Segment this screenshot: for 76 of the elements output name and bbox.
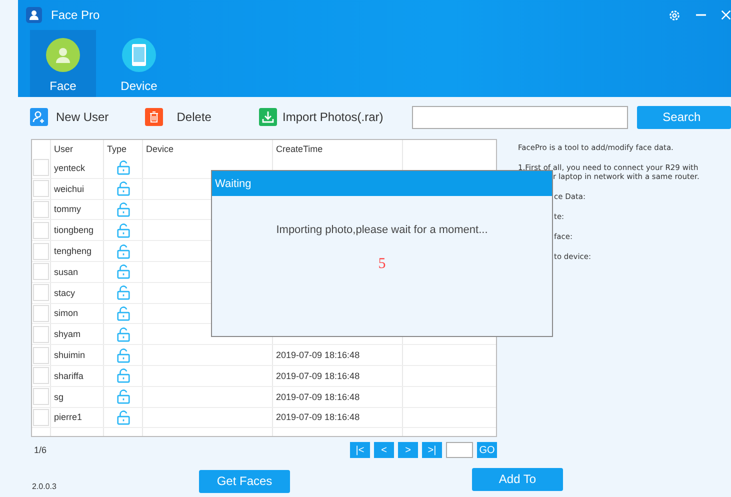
user-cell: weichui — [54, 184, 84, 194]
page-nav-button[interactable]: < — [374, 442, 394, 458]
app-logo-icon — [26, 7, 42, 23]
unlocked-padlock-icon — [116, 368, 130, 384]
dialog-title: Waiting — [215, 178, 252, 190]
user-cell: susan — [54, 266, 78, 277]
search-button[interactable]: Search — [636, 106, 731, 128]
user-cell: yenteck — [54, 162, 86, 173]
row-checkbox[interactable] — [33, 180, 49, 198]
page-nav-button[interactable]: |< — [350, 442, 370, 458]
unlocked-padlock-icon — [116, 285, 130, 300]
nav-tab[interactable]: Face — [30, 30, 96, 97]
time-cell: 2019-07-09 18:16:48 — [276, 392, 360, 402]
user-cell: shyam — [54, 329, 81, 340]
page-indicator: 1/6 — [33, 445, 47, 455]
unlocked-padlock-icon — [116, 410, 130, 425]
add-to-button[interactable]: Add To — [472, 468, 563, 490]
column-header: Device — [143, 140, 273, 158]
user-cell: stacy — [54, 288, 76, 298]
time-cell: 2019-07-09 18:16:48 — [276, 370, 360, 381]
unlocked-padlock-icon — [116, 326, 130, 342]
user-cell: tommy — [54, 204, 81, 214]
toolbar-button[interactable]: Import Photos(.rar) — [282, 110, 384, 124]
row-checkbox[interactable] — [33, 242, 49, 260]
row-checkbox[interactable] — [33, 408, 49, 426]
close-icon[interactable] — [721, 9, 731, 21]
user-cell: tiongbeng — [54, 225, 94, 236]
column-header: User — [51, 140, 104, 158]
user-cell: shuimin — [54, 350, 86, 360]
person-icon — [46, 38, 80, 72]
user-cell: sg — [54, 392, 64, 402]
unlocked-padlock-icon — [116, 306, 130, 321]
unlocked-padlock-icon — [116, 160, 130, 176]
column-header: CreateTime — [273, 140, 403, 158]
row-checkbox[interactable] — [33, 388, 49, 406]
row-checkbox[interactable] — [33, 367, 49, 384]
row-checkbox[interactable] — [33, 284, 49, 302]
unlocked-padlock-icon — [116, 264, 130, 280]
tablet-icon — [122, 38, 156, 72]
get-faces-button[interactable]: Get Faces — [199, 470, 290, 492]
unlocked-padlock-icon — [116, 222, 130, 238]
unlocked-padlock-icon — [116, 202, 130, 217]
row-checkbox[interactable] — [33, 304, 49, 322]
unlocked-padlock-icon — [116, 389, 130, 404]
toolbar-button[interactable]: Delete — [176, 110, 212, 124]
row-checkbox[interactable] — [33, 200, 49, 218]
time-cell: 2019-07-09 18:16:48 — [276, 412, 360, 422]
row-checkbox[interactable] — [33, 222, 49, 239]
row-checkbox[interactable] — [33, 159, 49, 176]
dialog-message: Importing photo,please wait for a moment... — [275, 224, 489, 236]
user-cell: pierre1 — [54, 412, 82, 422]
time-cell: 2019-07-09 18:16:48 — [276, 350, 360, 360]
window-title: Face Pro — [51, 8, 100, 22]
row-checkbox[interactable] — [33, 263, 49, 280]
row-checkbox[interactable] — [33, 326, 49, 343]
toolbar-button[interactable]: New User — [56, 110, 109, 124]
user-cell: simon — [54, 308, 78, 318]
countdown-number: 5 — [377, 256, 387, 273]
user-cell: shariffa — [54, 370, 84, 381]
page-number-field[interactable] — [446, 442, 473, 458]
go-button[interactable]: GO — [477, 442, 497, 458]
unlocked-padlock-icon — [116, 181, 130, 196]
page-nav-button[interactable]: >| — [422, 442, 442, 458]
column-header: Type — [104, 140, 143, 158]
unlocked-padlock-icon — [116, 244, 130, 259]
version-label: 2.0.0.3 — [32, 482, 56, 491]
nav-tab[interactable]: Device — [106, 30, 172, 97]
unlocked-padlock-icon — [116, 348, 130, 363]
search-field[interactable] — [412, 106, 628, 128]
user-cell: tengheng — [54, 246, 92, 256]
page-nav-button[interactable]: > — [398, 442, 418, 458]
trash-icon[interactable] — [144, 108, 163, 126]
add-user-icon[interactable] — [30, 108, 48, 126]
download-icon[interactable] — [258, 108, 277, 126]
settings-icon[interactable] — [668, 8, 681, 22]
row-checkbox[interactable] — [33, 346, 49, 364]
